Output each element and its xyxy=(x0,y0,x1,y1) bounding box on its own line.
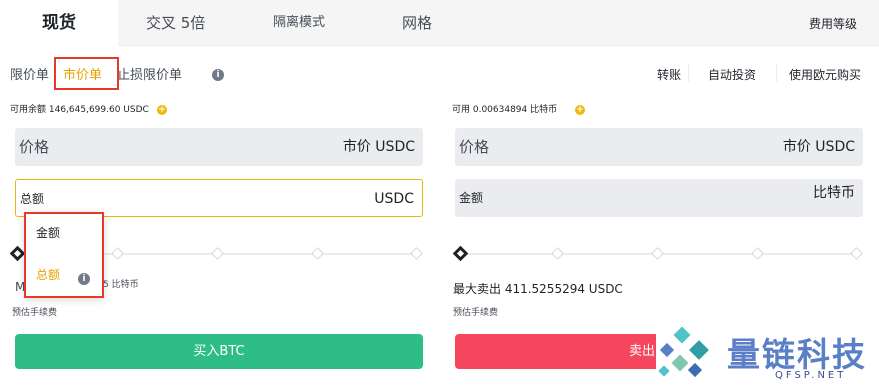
buy-price-field[interactable]: 价格 市价 USDC xyxy=(15,128,423,166)
divider xyxy=(776,64,777,82)
tab-cross[interactable]: 交叉 5倍 xyxy=(146,0,205,46)
sell-available-balance: 可用 0.00634894 比特币 xyxy=(452,105,558,115)
sell-slider-tick[interactable] xyxy=(651,247,664,260)
buy-total-unit: USDC xyxy=(374,191,414,207)
sell-max-amount: 最大卖出 411.5255294 USDC xyxy=(453,282,623,296)
sell-amount-field[interactable]: 金额 比特币 xyxy=(455,179,863,217)
auto-invest-link[interactable]: 自动投资 xyxy=(708,66,756,83)
total-unit-dropdown: 金额 总额 i xyxy=(24,212,104,298)
sell-price-value: 市价 USDC xyxy=(782,139,855,155)
dropdown-item-total[interactable]: 总额 xyxy=(36,266,60,283)
sell-amount-unit: 比特币 xyxy=(813,185,855,201)
info-icon[interactable]: i xyxy=(78,273,90,285)
order-type-limit[interactable]: 限价单 xyxy=(10,64,49,83)
info-icon[interactable]: i xyxy=(212,69,224,81)
buy-slider-tick[interactable] xyxy=(211,247,224,260)
add-funds-icon[interactable]: + xyxy=(575,105,585,115)
tab-isolated[interactable]: 隔离模式 xyxy=(273,0,325,46)
dropdown-item-amount[interactable]: 金额 xyxy=(36,224,60,241)
buy-fee-estimate: 预估手续费 xyxy=(12,308,58,318)
sell-slider-handle[interactable] xyxy=(452,245,469,262)
sell-fee-estimate: 预估手续费 xyxy=(453,308,499,318)
tab-grid[interactable]: 网格 xyxy=(402,0,432,46)
sell-slider-tick[interactable] xyxy=(551,247,564,260)
sell-slider-tick[interactable] xyxy=(751,247,764,260)
sell-slider-tick[interactable] xyxy=(850,247,863,260)
sell-price-label: 价格 xyxy=(459,138,490,156)
buy-slider-tick[interactable] xyxy=(311,247,324,260)
trade-mode-tabbar: 现货 交叉 5倍 隔离模式 网格 费用等级 xyxy=(0,0,879,47)
buy-btc-button[interactable]: 买入BTC xyxy=(15,334,423,369)
sell-amount-label: 金额 xyxy=(459,191,484,205)
buy-slider-handle[interactable] xyxy=(9,245,26,262)
tab-spot[interactable]: 现货 xyxy=(0,0,118,47)
watermark-title: 量链科技 xyxy=(727,335,867,374)
order-type-stop-limit[interactable]: 止损限价单 xyxy=(117,64,182,83)
buy-available-balance: 可用余额 146,645,699.60 USDC xyxy=(10,105,149,115)
fee-level-link[interactable]: 费用等级 xyxy=(809,0,857,46)
transfer-link[interactable]: 转账 xyxy=(657,66,681,83)
buy-slider-tick[interactable] xyxy=(410,247,423,260)
sell-price-field[interactable]: 价格 市价 USDC xyxy=(455,128,863,166)
buy-price-label: 价格 xyxy=(19,138,50,156)
watermark-site: QFSP.NET xyxy=(775,370,847,381)
buy-partial-amount: 5 比特币 xyxy=(103,280,139,290)
sell-button-label: 卖出 xyxy=(629,344,656,359)
divider xyxy=(688,64,689,82)
buy-price-value: 市价 USDC xyxy=(342,139,415,155)
buy-with-eur-link[interactable]: 使用欧元购买 xyxy=(789,66,861,83)
buy-slider-tick[interactable] xyxy=(111,247,124,260)
highlight-market-box xyxy=(54,57,119,90)
watermark-logo-icon xyxy=(658,327,709,378)
add-funds-icon[interactable]: + xyxy=(157,105,167,115)
